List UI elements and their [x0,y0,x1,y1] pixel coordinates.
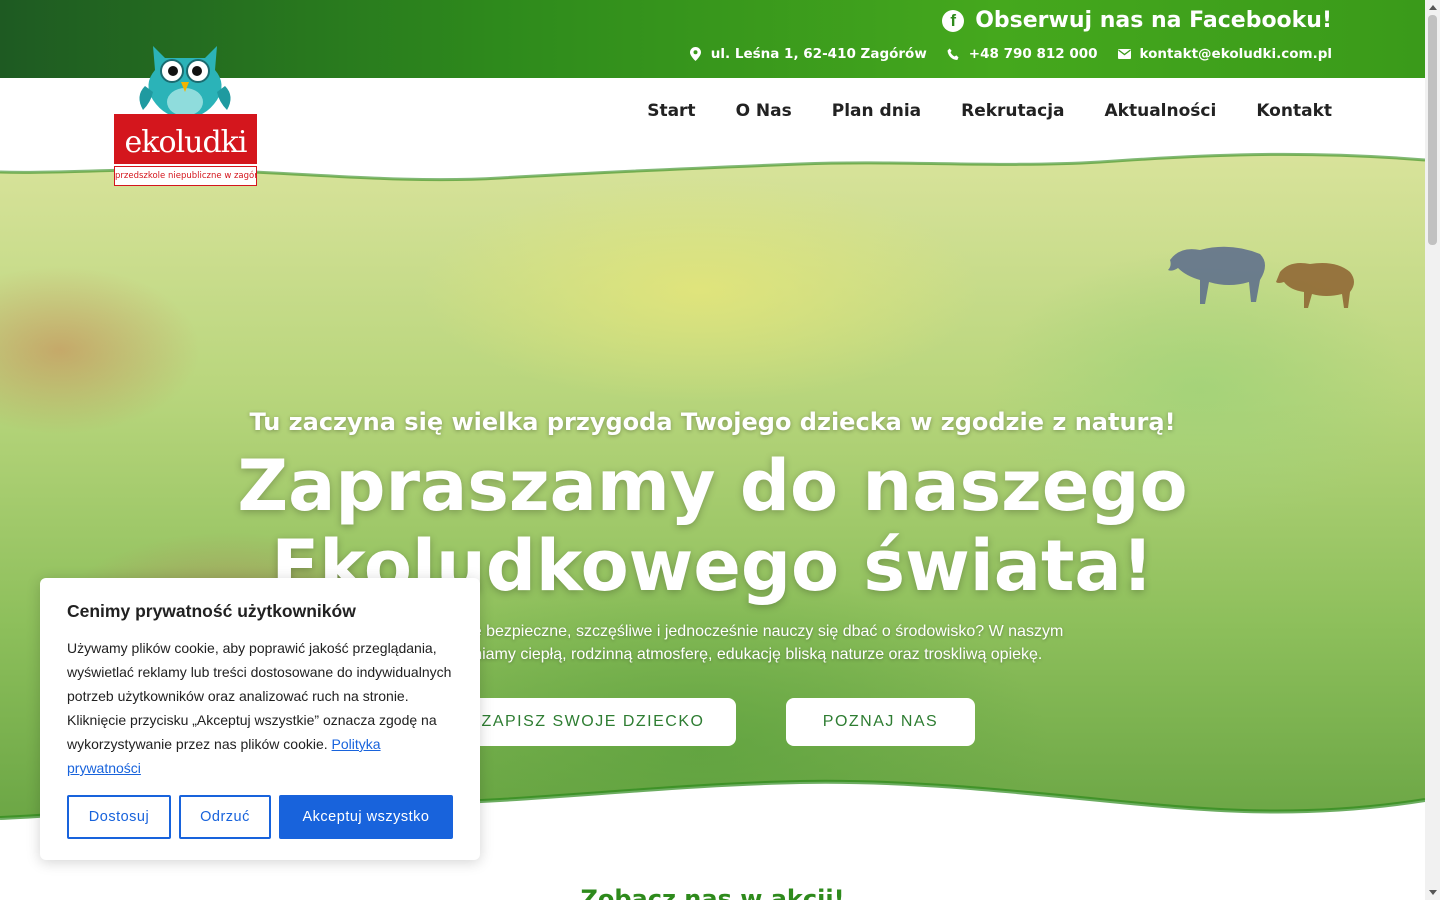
scroll-up-arrow-icon[interactable] [1429,5,1437,10]
logo-subtitle: przedszkole niepubliczne w zagórowie [114,166,257,186]
phone[interactable]: +48 790 812 000 [947,46,1098,62]
main-nav: Start O Nas Plan dnia Rekrutacja Aktualn… [607,101,1332,121]
cookie-text: Używamy plików cookie, aby poprawić jako… [67,636,457,780]
nav-o-nas[interactable]: O Nas [736,101,792,121]
cookie-body-text: Używamy plików cookie, aby poprawić jako… [67,640,452,752]
scroll-down-arrow-icon[interactable] [1429,890,1437,895]
nav-aktualnosci[interactable]: Aktualności [1105,101,1217,121]
grazing-animals-illustration [1168,246,1354,308]
nav-kontakt[interactable]: Kontakt [1256,101,1332,121]
site-logo[interactable]: ekoludki przedszkole niepubliczne w zagó… [113,40,258,190]
scrollbar-thumb[interactable] [1428,15,1437,245]
phone-text: +48 790 812 000 [968,46,1098,62]
nav-plan-dnia[interactable]: Plan dnia [832,101,921,121]
address-text: ul. Leśna 1, 62-410 Zagórów [710,46,927,62]
section-title: Zobacz nas w akcji! [580,885,845,900]
facebook-icon: f [942,9,965,32]
cookie-accept-all-button[interactable]: Akceptuj wszystko [279,795,453,839]
logo-name: ekoludki [124,125,248,160]
page-scrollbar[interactable] [1425,0,1440,900]
email[interactable]: kontakt@ekoludki.com.pl [1118,46,1332,62]
hero-tagline: Tu zaczyna się wielka przygoda Twojego d… [249,408,1176,436]
cookie-consent-dialog: Cenimy prywatność użytkowników Używamy p… [40,578,480,860]
email-text: kontakt@ekoludki.com.pl [1139,46,1332,62]
hero-headline-line1: Zapraszamy do naszego [237,445,1188,527]
cookie-customize-button[interactable]: Dostosuj [67,795,171,839]
nav-start[interactable]: Start [647,101,695,121]
owl-icon [139,46,231,118]
envelope-icon [1118,47,1132,61]
cookie-reject-button[interactable]: Odrzuć [179,795,271,839]
contact-info: ul. Leśna 1, 62-410 Zagórów +48 790 812 … [669,46,1332,62]
facebook-link[interactable]: f Obserwuj nas na Facebooku! [942,8,1332,33]
address: ul. Leśna 1, 62-410 Zagórów [689,46,927,62]
nav-rekrutacja[interactable]: Rekrutacja [961,101,1064,121]
map-pin-icon [689,47,703,61]
facebook-label: Obserwuj nas na Facebooku! [975,8,1332,33]
enroll-button[interactable]: ZAPISZ SWOJE DZIECKO [450,698,736,746]
cookie-title: Cenimy prywatność użytkowników [67,601,356,621]
phone-icon [947,47,961,61]
about-button[interactable]: POZNAJ NAS [786,698,975,746]
